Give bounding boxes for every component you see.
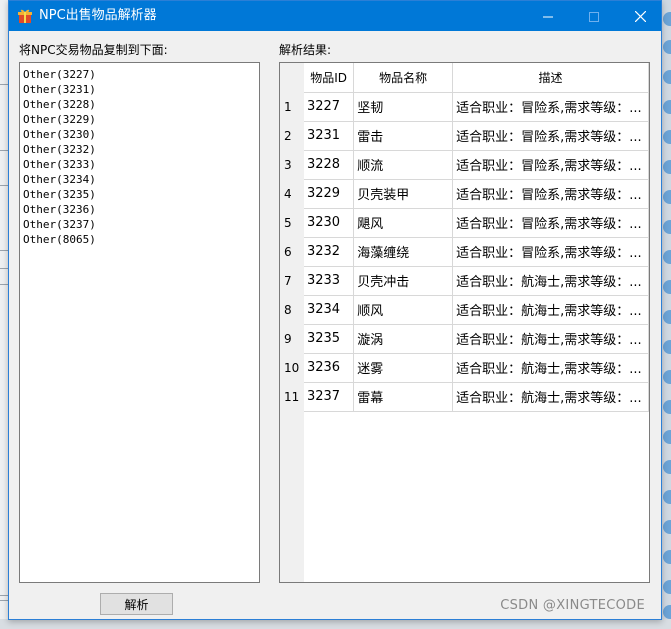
input-line: Other(3234) — [23, 173, 96, 186]
row-number[interactable]: 8 — [280, 295, 304, 324]
column-header-name[interactable]: 物品名称 — [353, 63, 454, 93]
item-desc-cell[interactable]: 适合职业：冒险系,需求等级：... — [452, 92, 649, 122]
minimize-icon — [543, 7, 553, 26]
item-id-cell[interactable]: 3237 — [303, 382, 355, 412]
item-id-cell[interactable]: 3228 — [303, 150, 355, 180]
window-title: NPC出售物品解析器 — [39, 8, 157, 23]
item-name-cell[interactable]: 贝壳装甲 — [353, 179, 454, 209]
row-number[interactable]: 10 — [280, 353, 304, 382]
maximize-button[interactable] — [571, 1, 617, 31]
item-desc-cell[interactable]: 适合职业：冒险系,需求等级：... — [452, 179, 649, 209]
item-desc-cell[interactable]: 适合职业：航海士,需求等级：... — [452, 324, 649, 354]
item-desc-cell[interactable]: 适合职业：冒险系,需求等级：... — [452, 208, 649, 238]
background-desktop-bottom — [0, 619, 671, 629]
result-grid[interactable]: 物品ID 物品名称 描述 1 3227 坚韧 适合职业：冒险系,需求等级：... 2 32… — [279, 62, 650, 583]
item-desc-cell[interactable]: 适合职业：航海士,需求等级：... — [452, 353, 649, 383]
item-id-cell[interactable]: 3232 — [303, 237, 355, 267]
row-number[interactable]: 3 — [280, 150, 304, 179]
item-desc-cell[interactable]: 适合职业：航海士,需求等级：... — [452, 295, 649, 325]
watermark: CSDN @XINGTECODE — [500, 598, 645, 613]
item-name-cell[interactable]: 飓风 — [353, 208, 454, 238]
item-name-cell[interactable]: 漩涡 — [353, 324, 454, 354]
input-line: Other(3227) — [23, 68, 96, 81]
item-desc-cell[interactable]: 适合职业：航海士,需求等级：... — [452, 382, 649, 412]
row-number[interactable]: 4 — [280, 179, 304, 208]
item-desc-cell[interactable]: 适合职业：冒险系,需求等级：... — [452, 237, 649, 267]
item-desc-cell[interactable]: 适合职业：航海士,需求等级：... — [452, 266, 649, 296]
input-line: Other(3236) — [23, 203, 96, 216]
table-row[interactable]: 2 3231 雷击 适合职业：冒险系,需求等级：... — [280, 121, 649, 151]
close-button[interactable] — [617, 1, 663, 31]
row-number[interactable]: 2 — [280, 121, 304, 150]
maximize-icon — [589, 7, 599, 26]
result-label: 解析结果: — [279, 43, 332, 57]
input-line: Other(3229) — [23, 113, 96, 126]
input-label: 将NPC交易物品复制到下面: — [19, 43, 168, 57]
npc-items-textarea[interactable]: Other(3227) Other(3231) Other(3228) Other(3… — [19, 62, 260, 583]
item-name-cell[interactable]: 贝壳冲击 — [353, 266, 454, 296]
row-number[interactable]: 5 — [280, 208, 304, 237]
input-line: Other(3228) — [23, 98, 96, 111]
gift-icon — [18, 8, 32, 24]
item-id-cell[interactable]: 3236 — [303, 353, 355, 383]
input-line: Other(3237) — [23, 218, 96, 231]
table-row[interactable]: 10 3236 迷雾 适合职业：航海士,需求等级：... — [280, 353, 649, 383]
item-desc-cell[interactable]: 适合职业：冒险系,需求等级：... — [452, 121, 649, 151]
item-name-cell[interactable]: 顺风 — [353, 295, 454, 325]
column-header-desc[interactable]: 描述 — [452, 63, 649, 93]
item-name-cell[interactable]: 雷幕 — [353, 382, 454, 412]
table-row[interactable]: 11 3237 雷幕 适合职业：航海士,需求等级：... — [280, 382, 649, 412]
row-number[interactable]: 11 — [280, 382, 304, 411]
item-name-cell[interactable]: 海藻缠绕 — [353, 237, 454, 267]
table-row[interactable]: 4 3229 贝壳装甲 适合职业：冒险系,需求等级：... — [280, 179, 649, 209]
title-bar[interactable]: NPC出售物品解析器 — [9, 1, 661, 31]
item-id-cell[interactable]: 3231 — [303, 121, 355, 151]
row-number[interactable]: 7 — [280, 266, 304, 295]
input-line: Other(3232) — [23, 143, 96, 156]
item-id-cell[interactable]: 3227 — [303, 92, 355, 122]
row-number[interactable]: 1 — [280, 92, 304, 121]
background-desktop-right — [661, 0, 671, 629]
close-icon — [634, 7, 646, 26]
corner-header[interactable] — [280, 63, 304, 92]
table-row[interactable]: 9 3235 漩涡 适合职业：航海士,需求等级：... — [280, 324, 649, 354]
item-id-cell[interactable]: 3234 — [303, 295, 355, 325]
item-name-cell[interactable]: 雷击 — [353, 121, 454, 151]
column-header-id[interactable]: 物品ID — [303, 63, 355, 93]
row-number[interactable]: 6 — [280, 237, 304, 266]
minimize-button[interactable] — [525, 1, 571, 31]
item-name-cell[interactable]: 迷雾 — [353, 353, 454, 383]
item-id-cell[interactable]: 3233 — [303, 266, 355, 296]
grid-header-row: 物品ID 物品名称 描述 — [280, 63, 649, 93]
item-desc-cell[interactable]: 适合职业：冒险系,需求等级：... — [452, 150, 649, 180]
input-line: Other(8065) — [23, 233, 96, 246]
input-line: Other(3235) — [23, 188, 96, 201]
table-row[interactable]: 8 3234 顺风 适合职业：航海士,需求等级：... — [280, 295, 649, 325]
table-row[interactable]: 5 3230 飓风 适合职业：冒险系,需求等级：... — [280, 208, 649, 238]
app-window: NPC出售物品解析器 将NPC交易物品复制到下面: 解析结果: Other(32… — [8, 0, 662, 620]
item-id-cell[interactable]: 3235 — [303, 324, 355, 354]
item-name-cell[interactable]: 坚韧 — [353, 92, 454, 122]
table-row[interactable]: 7 3233 贝壳冲击 适合职业：航海士,需求等级：... — [280, 266, 649, 296]
table-row[interactable]: 1 3227 坚韧 适合职业：冒险系,需求等级：... — [280, 92, 649, 122]
table-row[interactable]: 3 3228 顺流 适合职业：冒险系,需求等级：... — [280, 150, 649, 180]
input-line: Other(3233) — [23, 158, 96, 171]
input-line: Other(3231) — [23, 83, 96, 96]
row-number[interactable]: 9 — [280, 324, 304, 353]
item-id-cell[interactable]: 3230 — [303, 208, 355, 238]
table-row[interactable]: 6 3232 海藻缠绕 适合职业：冒险系,需求等级：... — [280, 237, 649, 267]
item-name-cell[interactable]: 顺流 — [353, 150, 454, 180]
input-line: Other(3230) — [23, 128, 96, 141]
parse-button[interactable]: 解析 — [100, 593, 173, 615]
item-id-cell[interactable]: 3229 — [303, 179, 355, 209]
